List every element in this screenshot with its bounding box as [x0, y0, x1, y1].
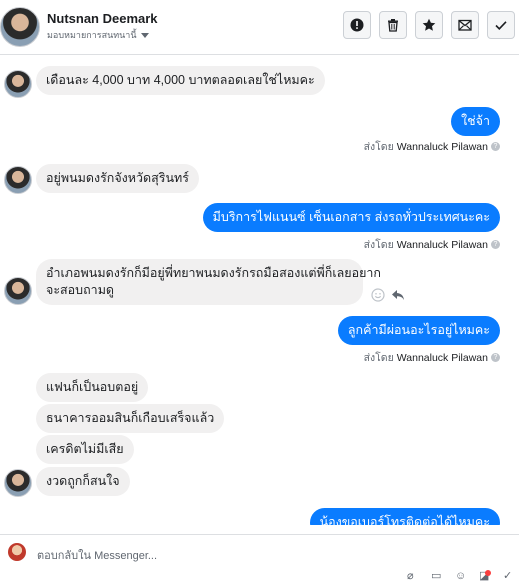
contact-avatar-small — [4, 277, 32, 305]
emoji-react-icon[interactable] — [371, 288, 385, 302]
outgoing-message[interactable]: น้องขอเบอร์โทรติดต่อได้ไหมคะ — [309, 508, 500, 525]
trash-icon — [388, 19, 398, 32]
incoming-message[interactable]: แฟนก็เป็นอบตอยู่ — [36, 373, 149, 402]
sent-by-agent: Wannaluck Pilawan — [396, 140, 488, 153]
sent-by-agent: Wannaluck Pilawan — [396, 351, 488, 364]
message-line: อำเภอพนมดงรักก็มีอยู่พี่ทยาพนมดงรักรถมือ… — [46, 266, 381, 280]
exclamation-icon — [350, 18, 364, 32]
incoming-message[interactable]: ธนาคารออมสินก็เกือบเสร็จแล้ว — [36, 404, 225, 433]
conversation-header: Nutsnan Deemark มอบหมายการสนทนานี้ — [0, 0, 519, 55]
contact-avatar[interactable] — [0, 7, 40, 47]
incoming-message[interactable]: อำเภอพนมดงรักก็มีอยู่พี่ทยาพนมดงรักรถมือ… — [36, 259, 381, 305]
star-button[interactable] — [415, 11, 443, 39]
outgoing-message[interactable]: มีบริการไฟแนนซ์ เซ็นเอกสาร ส่งรถทั่วประเ… — [202, 203, 500, 232]
help-icon[interactable]: ? — [491, 240, 500, 249]
incoming-message[interactable]: งวดถูกก็สนใจ — [36, 467, 130, 496]
sent-by-label: ส่งโดย Wannaluck Pilawan ? — [364, 236, 500, 253]
incoming-message[interactable]: เครดิตไม่มีเสีย — [36, 435, 134, 464]
incoming-message[interactable]: อยู่พนมดงรักจังหวัดสุรินทร์ — [36, 164, 200, 193]
mark-done-button[interactable] — [487, 11, 515, 39]
contact-name[interactable]: Nutsnan Deemark — [47, 11, 158, 26]
mark-spam-button[interactable] — [343, 11, 371, 39]
reply-composer: ตอบกลับใน Messenger... ⌀ ▭ ☺ ◪ ✓ — [0, 534, 519, 582]
message-thread[interactable]: เดือนละ 4,000 บาท 4,000 บาทตลอดเลยใช่ไหม… — [0, 55, 519, 525]
mark-unread-button[interactable] — [451, 11, 479, 39]
outgoing-message[interactable]: ลูกค้ามีผ่อนอะไรอยู่ไหมคะ — [337, 316, 500, 345]
outgoing-message[interactable]: ใช่จ้า — [451, 107, 500, 136]
message-hover-actions — [371, 288, 405, 302]
envelope-icon — [458, 19, 472, 31]
contact-avatar-small — [4, 166, 32, 194]
sent-by-label: ส่งโดย Wannaluck Pilawan ? — [364, 349, 500, 366]
delete-button[interactable] — [379, 11, 407, 39]
check-icon — [495, 21, 507, 30]
assign-label: มอบหมายการสนทนานี้ — [47, 30, 137, 40]
help-icon[interactable]: ? — [491, 353, 500, 362]
header-actions — [343, 11, 515, 39]
star-icon — [422, 18, 436, 31]
help-icon[interactable]: ? — [491, 142, 500, 151]
sent-by-label: ส่งโดย Wannaluck Pilawan ? — [364, 138, 500, 155]
assign-conversation-dropdown[interactable]: มอบหมายการสนทนานี้ — [47, 28, 149, 42]
sent-by-agent: Wannaluck Pilawan — [396, 238, 488, 251]
notification-dot — [485, 570, 491, 576]
reply-input[interactable]: ตอบกลับใน Messenger... — [37, 546, 157, 564]
page-avatar — [8, 543, 26, 561]
reply-icon[interactable] — [391, 288, 405, 302]
contact-avatar-small — [4, 70, 32, 98]
caret-down-icon — [140, 32, 149, 38]
contact-avatar-small — [4, 469, 32, 497]
incoming-message[interactable]: เดือนละ 4,000 บาท 4,000 บาทตลอดเลยใช่ไหม… — [36, 66, 325, 95]
sent-by-prefix: ส่งโดย — [363, 239, 394, 251]
message-line: จะสอบถามดู — [46, 283, 115, 297]
sent-by-prefix: ส่งโดย — [363, 141, 394, 153]
sent-by-prefix: ส่งโดย — [363, 352, 394, 364]
